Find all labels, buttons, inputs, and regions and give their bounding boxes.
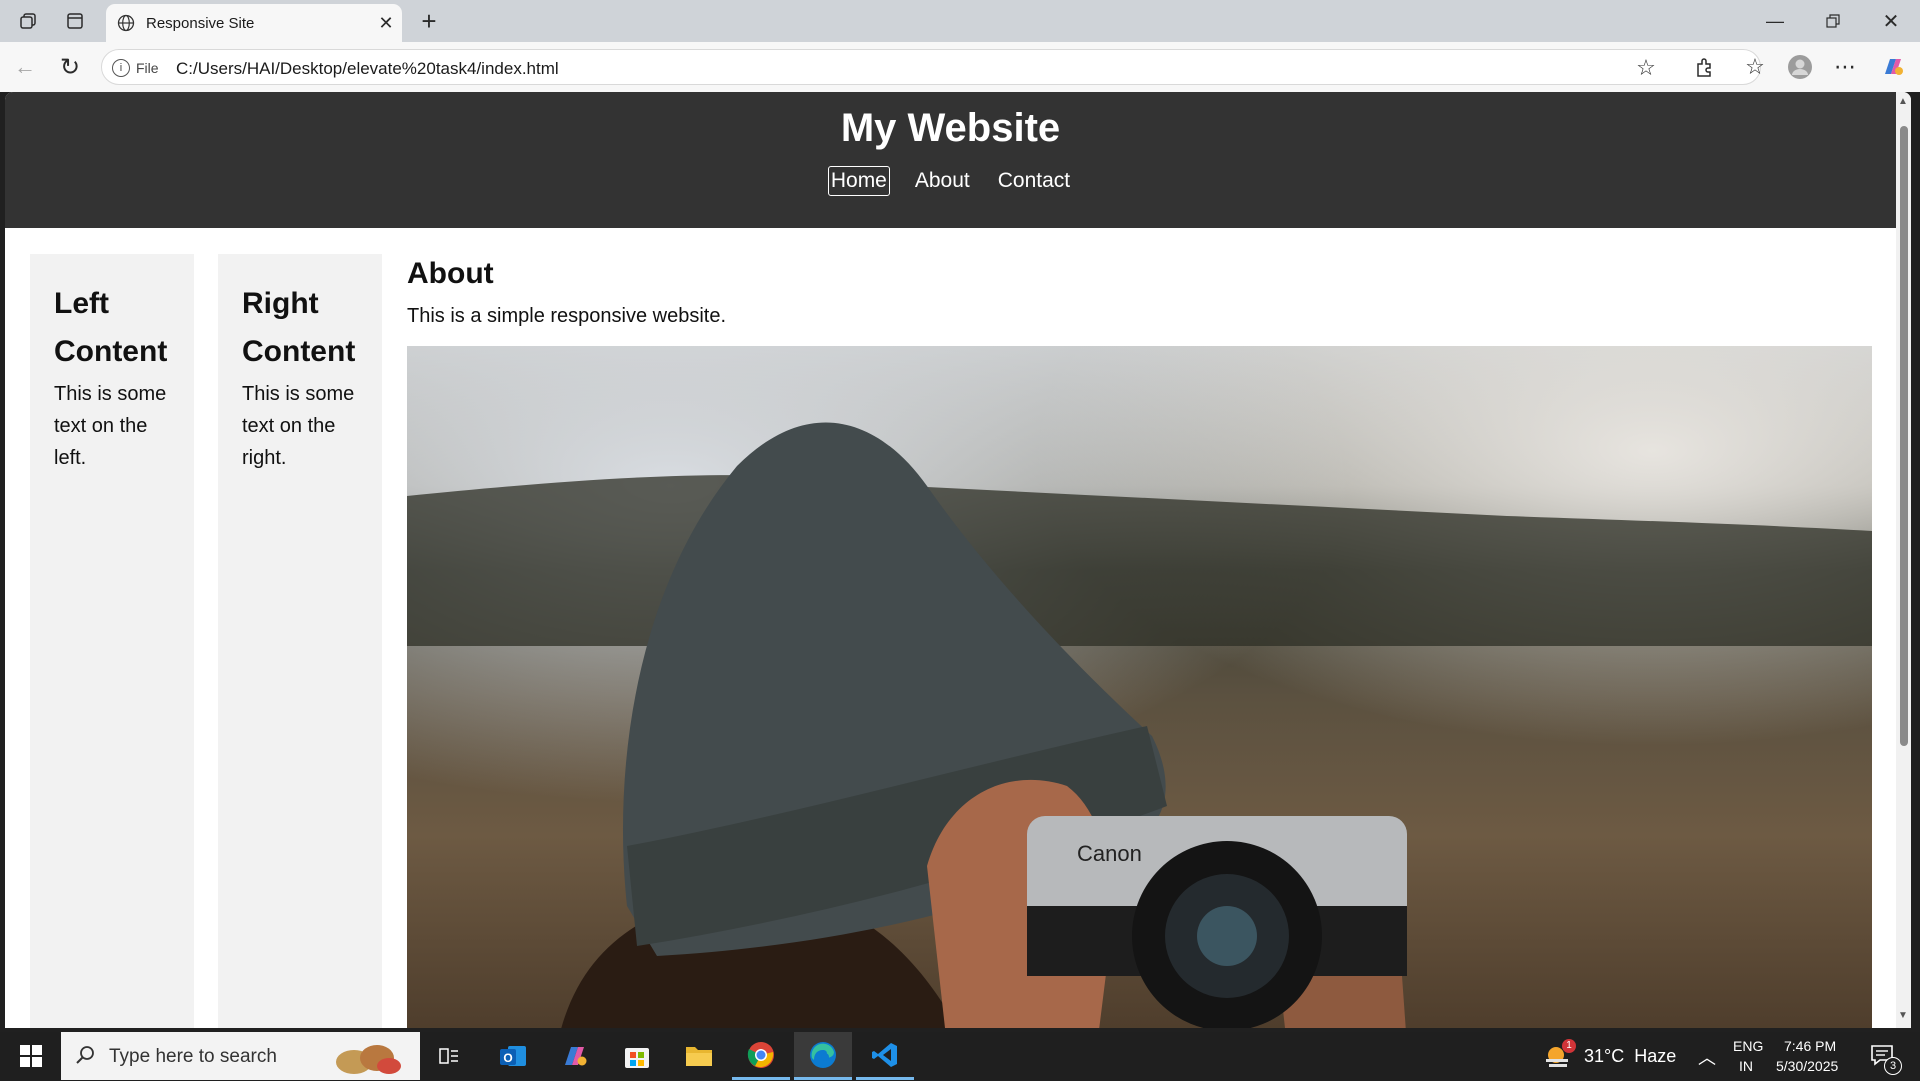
address-bar[interactable]: i File C:/Users/HAI/Desktop/elevate%20ta…: [101, 49, 1761, 85]
minimize-icon[interactable]: —: [1752, 6, 1798, 36]
site-header: My Website Home About Contact: [5, 92, 1896, 228]
left-content-text: This is some text on the left.: [54, 383, 167, 469]
clock[interactable]: 7:46 PM 5/30/2025: [1768, 1036, 1864, 1076]
scroll-thumb[interactable]: [1900, 126, 1908, 746]
outlook-icon[interactable]: O: [484, 1032, 542, 1080]
active-tab[interactable]: Responsive Site ✕: [106, 4, 402, 42]
site-title: My Website: [840, 106, 1061, 150]
tab-title: Responsive Site: [146, 15, 255, 32]
page-scrollbar[interactable]: ▲ ▼: [1896, 92, 1911, 1028]
new-tab-icon[interactable]: +: [414, 6, 444, 36]
search-highlight-icon: [329, 1038, 409, 1076]
nav-about-link[interactable]: About: [912, 166, 973, 196]
refresh-icon[interactable]: ↻: [55, 52, 85, 82]
more-options-icon[interactable]: ⋯: [1830, 52, 1860, 82]
hero-photo: Canon: [407, 346, 1872, 1028]
profile-avatar-icon[interactable]: [1785, 52, 1815, 82]
copilot-app-icon[interactable]: [546, 1032, 604, 1080]
clock-date: 5/30/2025: [1776, 1058, 1839, 1074]
right-content-text: This is some text on the right.: [242, 383, 355, 469]
microsoft-store-icon[interactable]: [608, 1032, 666, 1080]
weather-alert-badge: 1: [1562, 1039, 1576, 1053]
favorite-star-icon[interactable]: ☆: [1632, 54, 1660, 82]
copilot-icon[interactable]: [1878, 52, 1908, 82]
notification-count-badge: 3: [1884, 1057, 1902, 1075]
extensions-icon[interactable]: [1690, 52, 1720, 82]
scroll-down-arrow[interactable]: ▼: [1898, 1010, 1908, 1021]
restore-icon[interactable]: [1810, 6, 1856, 36]
vscode-icon[interactable]: [856, 1032, 914, 1080]
left-content-heading: Left Content: [54, 287, 168, 368]
about-text: This is a simple responsive website.: [407, 305, 727, 327]
edge-icon[interactable]: [794, 1032, 852, 1080]
language-top: ENG: [1733, 1038, 1764, 1054]
site-info-chip[interactable]: i File: [112, 58, 159, 78]
browser-toolbar: ← ↻ i File C:/Users/HAI/Desktop/elevate%…: [0, 42, 1920, 92]
language-indicator[interactable]: ENG IN: [1725, 1036, 1771, 1076]
favorites-icon[interactable]: ☆: [1740, 52, 1770, 82]
workspaces-icon[interactable]: [14, 8, 44, 34]
weather-widget[interactable]: 1 31°C Haze: [1540, 1032, 1680, 1080]
camera-brand-text: Canon: [1077, 841, 1142, 866]
language-bottom: IN: [1739, 1058, 1753, 1074]
search-placeholder: Type here to search: [109, 1046, 277, 1067]
svg-text:O: O: [503, 1051, 512, 1065]
notifications-button[interactable]: 3: [1864, 1032, 1916, 1080]
browser-tab-bar: Responsive Site ✕ + — ✕: [0, 0, 1920, 42]
web-content: My Website Home About Contact Left Conte…: [5, 92, 1911, 1028]
weather-text: 31°C Haze: [1584, 1046, 1677, 1066]
file-label: File: [136, 60, 159, 76]
search-icon: [75, 1044, 97, 1071]
close-tab-icon[interactable]: ✕: [376, 13, 396, 33]
nav-contact-link[interactable]: Contact: [995, 166, 1073, 196]
file-explorer-icon[interactable]: [670, 1032, 728, 1080]
right-content-box: Right Content This is some text on the r…: [218, 254, 382, 1028]
windows-start-icon[interactable]: [2, 1032, 60, 1080]
scroll-up-arrow[interactable]: ▲: [1898, 96, 1908, 107]
show-hidden-icons-chevron-icon[interactable]: ︿: [1698, 1044, 1716, 1070]
about-heading: About: [407, 257, 494, 290]
back-icon[interactable]: ←: [10, 52, 40, 82]
chrome-icon[interactable]: [732, 1032, 790, 1080]
right-content-heading: Right Content: [242, 287, 356, 368]
windows-taskbar: Type here to search O 1 31°C Haze ︿ ENG …: [0, 1032, 1920, 1080]
site-nav: Home About Contact: [5, 166, 1896, 196]
vertical-tabs-icon[interactable]: [60, 8, 90, 34]
info-icon: i: [112, 59, 130, 77]
globe-icon: [116, 13, 136, 33]
nav-home-link[interactable]: Home: [827, 166, 890, 196]
left-content-box: Left Content This is some text on the le…: [30, 254, 194, 1028]
clock-time: 7:46 PM: [1784, 1038, 1837, 1054]
task-view-icon[interactable]: [420, 1032, 478, 1080]
close-window-icon[interactable]: ✕: [1868, 6, 1914, 36]
taskbar-search-box[interactable]: Type here to search: [61, 1032, 420, 1080]
url-text[interactable]: C:/Users/HAI/Desktop/elevate%20task4/ind…: [176, 59, 559, 79]
